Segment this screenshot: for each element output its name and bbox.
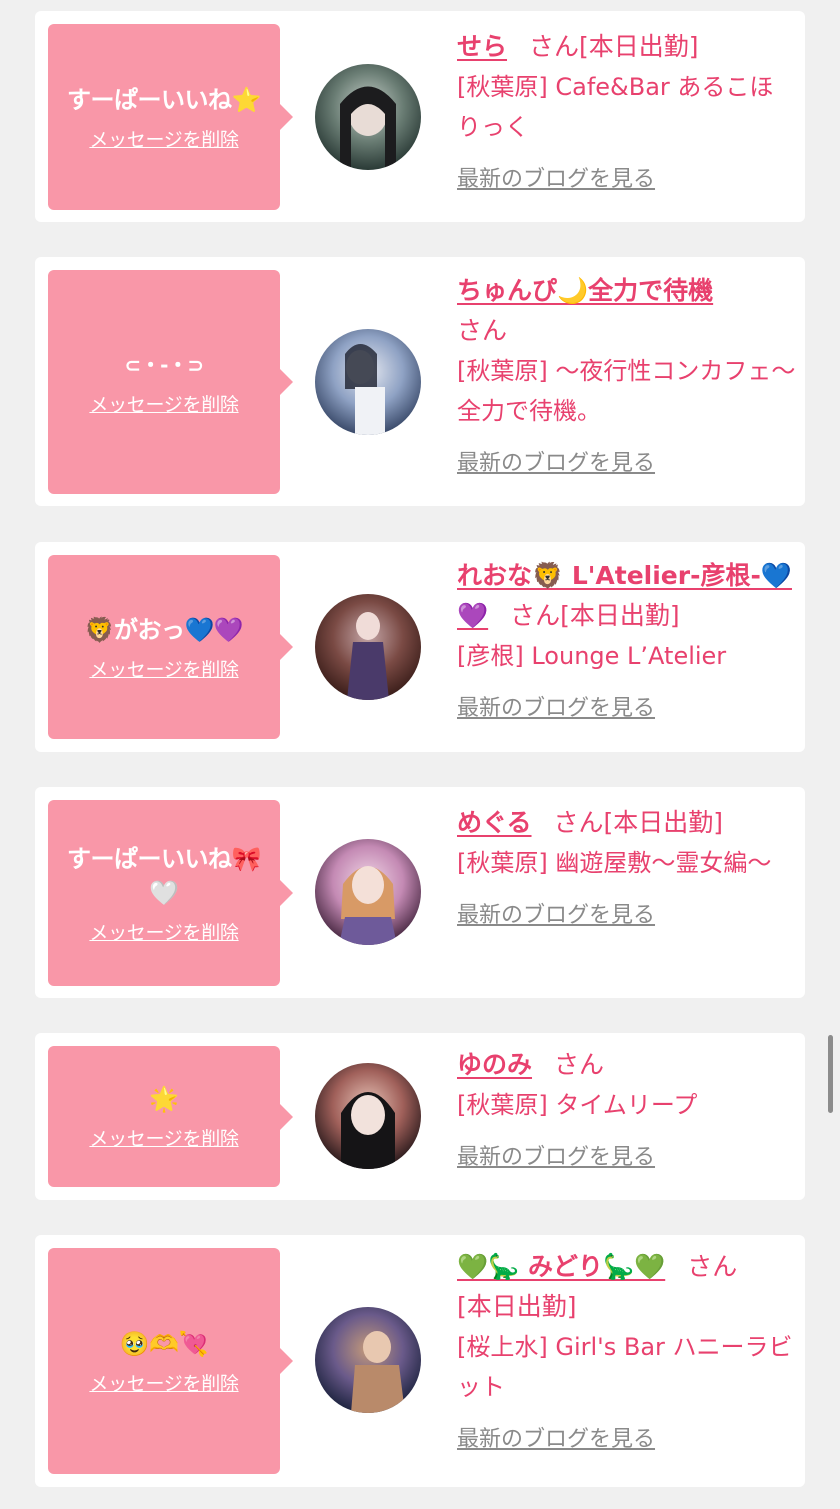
cast-info: 💚🦕 みどり🦕💚 さん [本日出勤] [桜上水] Girl's Bar ハニーラビ… [457,1247,797,1453]
latest-blog-link[interactable]: 最新のブログを見る [457,161,655,193]
avatar[interactable] [315,594,421,700]
message-card: ⊂・-・⊃ メッセージを削除 ちゅんぴ🌙全力で待機 さん [秋葉原] 〜夜行性コ… [35,257,805,506]
honorific: さん [510,601,561,630]
message-bubble: すーぱーいいね⭐️ メッセージを削除 [48,24,293,210]
cast-info: ゆのみ さん [秋葉原] タイムリープ 最新のブログを見る [457,1045,797,1171]
message-bubble: 🥹🫶💘 メッセージを削除 [48,1248,293,1474]
shop-name: [秋葉原] 〜夜行性コンカフェ〜全力で待機。 [457,357,796,425]
cast-name-link[interactable]: ちゅんぴ🌙全力で待機 [457,276,713,305]
delete-message-link[interactable]: メッセージを削除 [89,655,239,682]
cast-name-link[interactable]: 💚🦕 みどり🦕💚 [457,1252,665,1281]
honorific: さん [554,1050,605,1079]
latest-blog-link[interactable]: 最新のブログを見る [457,1139,655,1171]
message-text: 🦁がおっ💙💜 [84,615,244,644]
avatar[interactable] [315,329,421,435]
latest-blog-link[interactable]: 最新のブログを見る [457,690,655,722]
message-text: すーぱーいいね⭐️ [67,85,261,114]
shop-name: [彦根] Lounge L’Atelier [457,642,727,670]
honorific: さん [687,1252,738,1281]
message-bubble: すーぱーいいね🎀🤍 メッセージを削除 [48,800,293,986]
message-card: 🌟 メッセージを削除 ゆのみ さん [秋葉原] タイムリープ 最新のブログを見る [35,1033,805,1200]
avatar[interactable] [315,1063,421,1169]
latest-blog-link[interactable]: 最新のブログを見る [457,445,655,477]
message-text: 🥹🫶💘 [119,1329,209,1358]
message-bubble: 🌟 メッセージを削除 [48,1046,293,1187]
honorific: さん [529,32,580,61]
cast-name-link[interactable]: めぐる [457,808,532,837]
shift-status: [本日出勤] [603,808,724,837]
message-card: すーぱーいいね🎀🤍 メッセージを削除 めぐる さん[本日出勤] [秋葉原] 幽遊屋… [35,787,805,998]
shift-status: [本日出勤] [579,32,699,61]
delete-message-link[interactable]: メッセージを削除 [89,1124,239,1151]
shop-name: [秋葉原] Cafe&Bar あるこほりっく [457,73,774,141]
latest-blog-link[interactable]: 最新のブログを見る [457,897,655,929]
message-card: 🦁がおっ💙💜 メッセージを削除 れおな🦁 L'Atelier-彦根-💙💜 さん[本… [35,542,805,752]
cast-info: めぐる さん[本日出勤] [秋葉原] 幽遊屋敷〜霊女編〜 最新のブログを見る [457,803,797,929]
cast-info: ちゅんぴ🌙全力で待機 さん [秋葉原] 〜夜行性コンカフェ〜全力で待機。 最新の… [457,271,797,477]
cast-info: れおな🦁 L'Atelier-彦根-💙💜 さん[本日出勤] [彦根] Lounge… [457,556,797,722]
cast-name-link[interactable]: ゆのみ [457,1050,532,1079]
scrollbar[interactable] [828,1035,833,1113]
message-card: 🥹🫶💘 メッセージを削除 💚🦕 みどり🦕💚 さん [本日出勤] [桜上水] Gir… [35,1235,805,1487]
latest-blog-link[interactable]: 最新のブログを見る [457,1421,655,1453]
avatar[interactable] [315,64,421,170]
avatar[interactable] [315,839,421,945]
delete-message-link[interactable]: メッセージを削除 [89,390,239,417]
shop-name: [秋葉原] タイムリープ [457,1091,698,1119]
message-text: 🌟 [149,1085,179,1113]
shop-name: [秋葉原] 幽遊屋敷〜霊女編〜 [457,849,772,877]
honorific: さん [457,316,508,345]
delete-message-link[interactable]: メッセージを削除 [89,1369,239,1396]
delete-message-link[interactable]: メッセージを削除 [89,125,239,152]
honorific: さん [553,808,604,837]
message-text: ⊂・-・⊃ [124,352,204,377]
shift-status: [本日出勤] [457,1292,577,1321]
cast-name-link[interactable]: せら [457,32,507,61]
message-bubble: 🦁がおっ💙💜 メッセージを削除 [48,555,293,739]
shop-name: [桜上水] Girl's Bar ハニーラビット [457,1333,793,1401]
avatar[interactable] [315,1307,421,1413]
shift-status: [本日出勤] [560,601,680,630]
message-bubble: ⊂・-・⊃ メッセージを削除 [48,270,293,494]
cast-info: せら さん[本日出勤] [秋葉原] Cafe&Bar あるこほりっく 最新のブログ… [457,27,797,193]
message-text: すーぱーいいね🎀🤍 [67,844,261,907]
message-card: すーぱーいいね⭐️ メッセージを削除 せら さん[本日出勤] [秋葉原] Cafe… [35,11,805,222]
delete-message-link[interactable]: メッセージを削除 [89,918,239,945]
